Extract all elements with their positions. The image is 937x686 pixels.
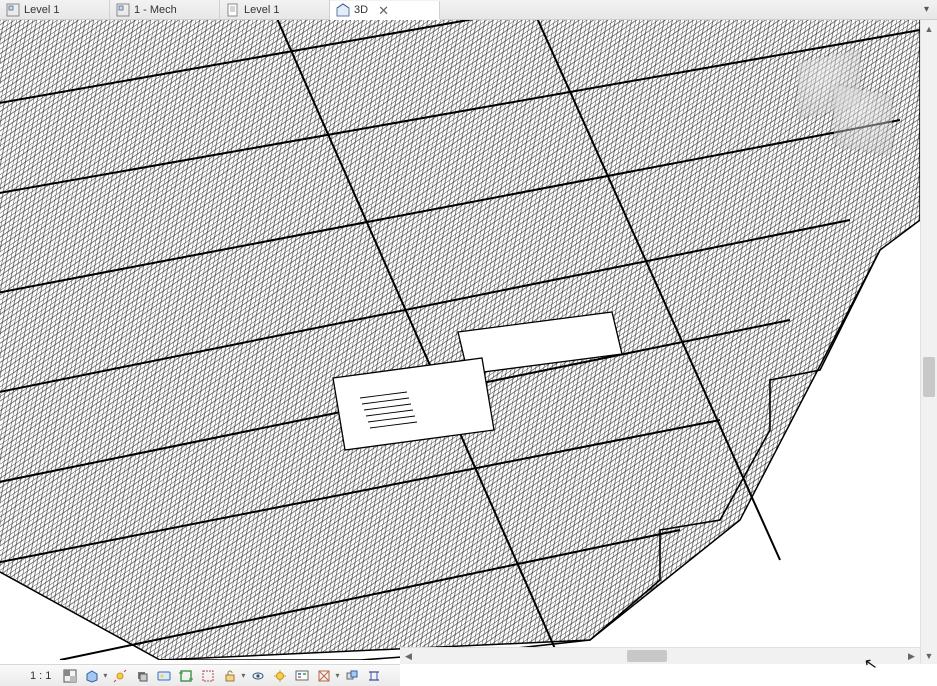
house-3d-icon	[336, 3, 350, 17]
view-tab-bar: Level 1 1 - Mech Level 1 3D ✕ ▾	[0, 0, 937, 20]
tab-level1-a[interactable]: Level 1	[0, 0, 110, 19]
horizontal-scroll-track[interactable]	[417, 648, 903, 664]
detail-level-button[interactable]	[61, 667, 79, 685]
horizontal-scroll-thumb[interactable]	[627, 650, 667, 662]
floor-plan-icon	[6, 3, 20, 17]
shadows-button[interactable]	[133, 667, 151, 685]
scroll-down-arrow[interactable]: ▼	[921, 647, 937, 664]
tab-overflow-menu[interactable]: ▾	[920, 4, 933, 15]
tab-level1-sheet[interactable]: Level 1	[220, 0, 330, 19]
vertical-scroll-track[interactable]	[921, 37, 937, 647]
sun-path-button[interactable]	[111, 667, 129, 685]
tab-label: Level 1	[244, 4, 279, 16]
tab-label: 3D	[354, 4, 368, 16]
scroll-up-arrow[interactable]: ▲	[921, 20, 937, 37]
scroll-left-arrow[interactable]: ◀	[400, 648, 417, 664]
crop-view-button[interactable]	[177, 667, 195, 685]
tab-1-mech[interactable]: 1 - Mech	[110, 0, 220, 19]
highlight-displacement-button[interactable]	[343, 667, 361, 685]
unlocked-3d-button[interactable]	[221, 667, 239, 685]
close-icon[interactable]: ✕	[378, 4, 389, 17]
visual-style-button[interactable]	[83, 667, 101, 685]
viewport-3d[interactable]	[0, 20, 920, 660]
reveal-constraints-button[interactable]	[365, 667, 383, 685]
vertical-scroll-thumb[interactable]	[923, 357, 935, 397]
tab-label: Level 1	[24, 4, 59, 16]
tab-3d[interactable]: 3D ✕	[330, 1, 440, 20]
temp-hide-button[interactable]	[249, 667, 267, 685]
tab-label: 1 - Mech	[134, 4, 177, 16]
chevron-down-icon: ▾	[103, 671, 107, 680]
chevron-down-icon: ▾	[241, 671, 245, 680]
view-scale[interactable]: 1 : 1	[4, 670, 57, 682]
chevron-down-icon: ▾	[335, 671, 339, 680]
worksharing-display-button[interactable]	[293, 667, 311, 685]
horizontal-scrollbar[interactable]: ◀ ▶	[400, 647, 920, 664]
view-control-bar: 1 : 1 ▾ ▾ ▾	[0, 664, 400, 686]
analytical-model-button[interactable]	[315, 667, 333, 685]
vertical-scrollbar[interactable]: ▲ ▼	[920, 20, 937, 664]
scroll-right-arrow[interactable]: ▶	[903, 648, 920, 664]
floor-plan-icon	[116, 3, 130, 17]
rendering-dialog-button[interactable]	[155, 667, 173, 685]
reveal-hidden-button[interactable]	[271, 667, 289, 685]
sheet-icon	[226, 3, 240, 17]
show-crop-button[interactable]	[199, 667, 217, 685]
